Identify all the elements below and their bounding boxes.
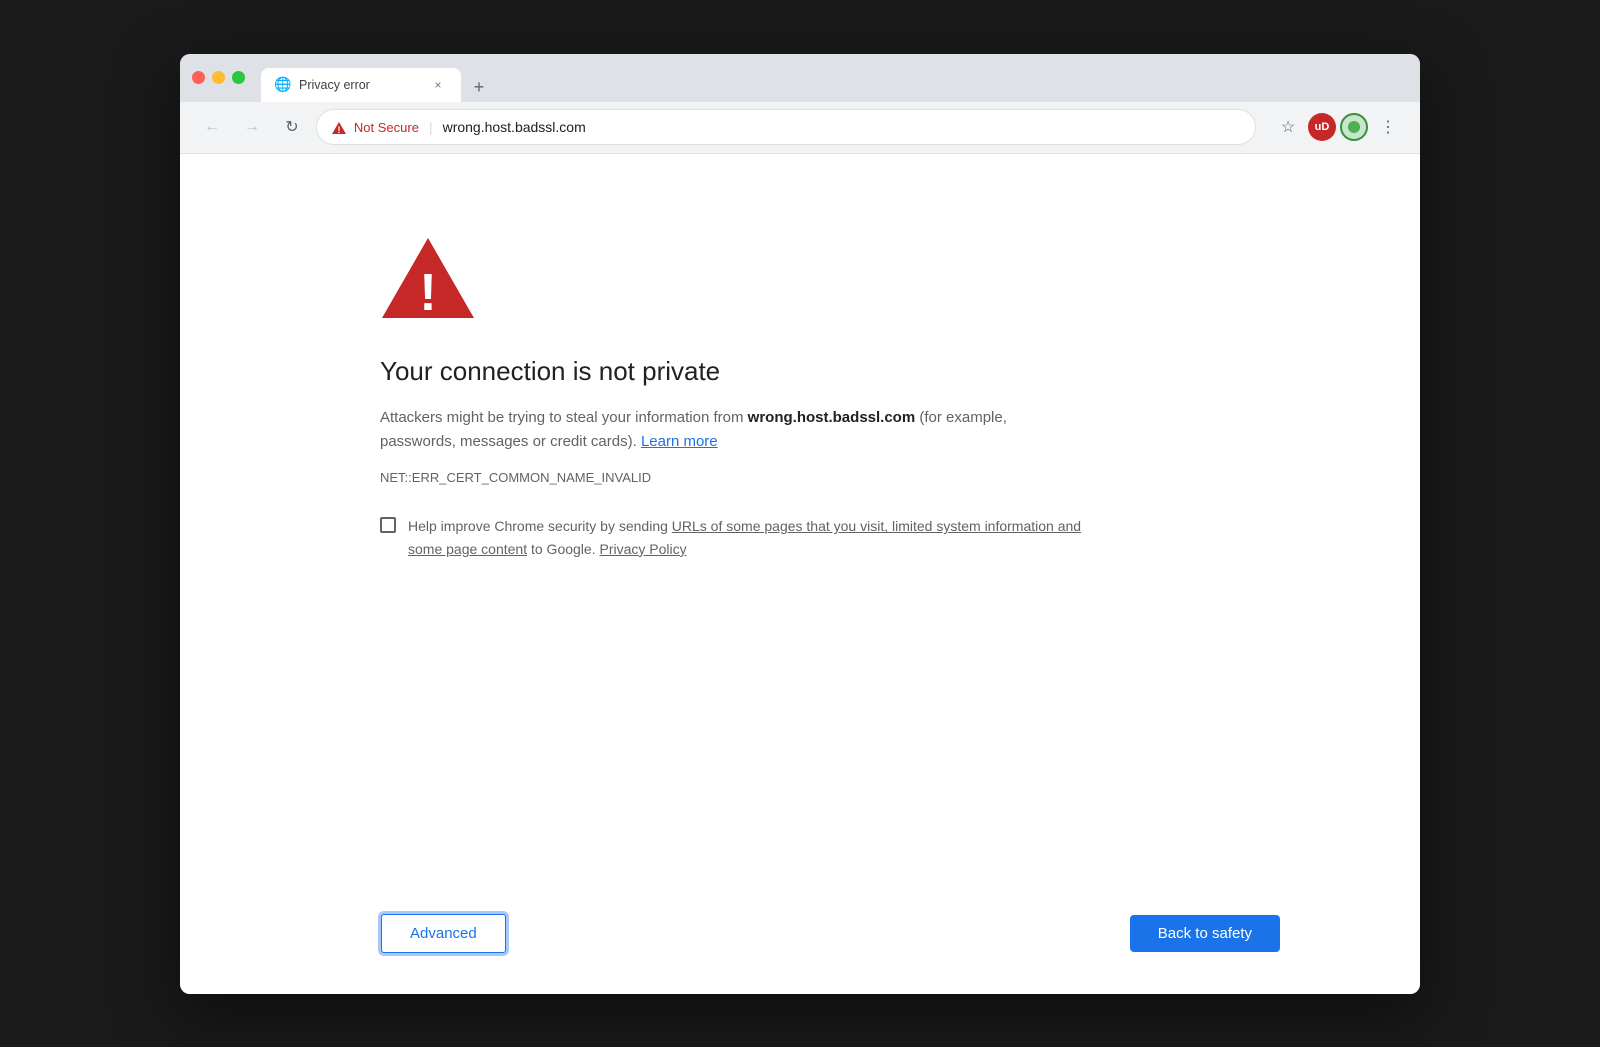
privacy-policy-link[interactable]: Privacy Policy <box>599 541 686 557</box>
svg-text:!: ! <box>419 264 436 322</box>
back-button[interactable]: ← <box>196 111 228 143</box>
privacy-checkbox-label: Help improve Chrome security by sending … <box>408 515 1100 560</box>
tab-title: Privacy error <box>299 78 421 92</box>
error-domain: wrong.host.badssl.com <box>748 409 916 426</box>
not-secure-label: Not Secure <box>354 120 419 135</box>
active-tab[interactable]: 🌐 Privacy error × <box>261 68 461 102</box>
new-tab-button[interactable]: + <box>465 74 493 102</box>
tab-close-button[interactable]: × <box>429 76 447 94</box>
not-secure-indicator: ! Not Secure <box>331 118 419 135</box>
address-divider: | <box>429 119 433 135</box>
green-extension-button[interactable] <box>1340 113 1368 141</box>
privacy-checkbox-row: Help improve Chrome security by sending … <box>380 515 1100 560</box>
traffic-lights <box>192 71 245 84</box>
error-description: Attackers might be trying to steal your … <box>380 406 1080 454</box>
green-dot-icon <box>1348 121 1360 133</box>
address-url: wrong.host.badssl.com <box>443 119 586 135</box>
error-icon-container: ! <box>380 234 476 327</box>
close-button[interactable] <box>192 71 205 84</box>
ublock-icon: uD <box>1315 121 1330 133</box>
bookmark-button[interactable]: ☆ <box>1272 111 1304 143</box>
address-bar[interactable]: ! Not Secure | wrong.host.badssl.com <box>316 109 1256 145</box>
warning-triangle-icon: ! <box>380 234 476 322</box>
reload-icon: ↻ <box>285 117 298 137</box>
buttons-row: Advanced Back to safety <box>380 853 1280 954</box>
maximize-button[interactable] <box>232 71 245 84</box>
page-content: ! Your connection is not private Attacke… <box>180 154 1420 994</box>
nav-bar: ← → ↻ ! Not Secure | wrong.host.badssl.c… <box>180 102 1420 154</box>
privacy-checkbox[interactable] <box>380 517 396 533</box>
tab-bar: 🌐 Privacy error × + <box>261 54 1408 102</box>
back-icon: ← <box>204 118 220 136</box>
reload-button[interactable]: ↻ <box>276 111 308 143</box>
advanced-button[interactable]: Advanced <box>380 913 507 954</box>
description-start: Attackers might be trying to steal your … <box>380 409 748 426</box>
ublock-extension-button[interactable]: uD <box>1308 113 1336 141</box>
error-title: Your connection is not private <box>380 355 720 389</box>
browser-window: 🌐 Privacy error × + ← → ↻ ! Not Secure <box>180 54 1420 994</box>
menu-button[interactable]: ⋮ <box>1372 111 1404 143</box>
forward-icon: → <box>244 118 260 136</box>
warning-triangle-small-icon: ! <box>331 120 347 136</box>
back-to-safety-button[interactable]: Back to safety <box>1130 915 1280 952</box>
nav-actions: ☆ uD ⋮ <box>1272 111 1404 143</box>
kebab-menu-icon: ⋮ <box>1380 117 1396 137</box>
checkbox-text-mid: to Google. <box>527 541 599 557</box>
checkbox-text-start: Help improve Chrome security by sending <box>408 518 672 534</box>
minimize-button[interactable] <box>212 71 225 84</box>
learn-more-link[interactable]: Learn more <box>641 433 718 450</box>
forward-button[interactable]: → <box>236 111 268 143</box>
error-code: NET::ERR_CERT_COMMON_NAME_INVALID <box>380 470 651 485</box>
tab-favicon-icon: 🌐 <box>275 77 291 93</box>
svg-text:!: ! <box>338 125 341 135</box>
title-bar: 🌐 Privacy error × + <box>180 54 1420 102</box>
star-icon: ☆ <box>1281 117 1295 137</box>
